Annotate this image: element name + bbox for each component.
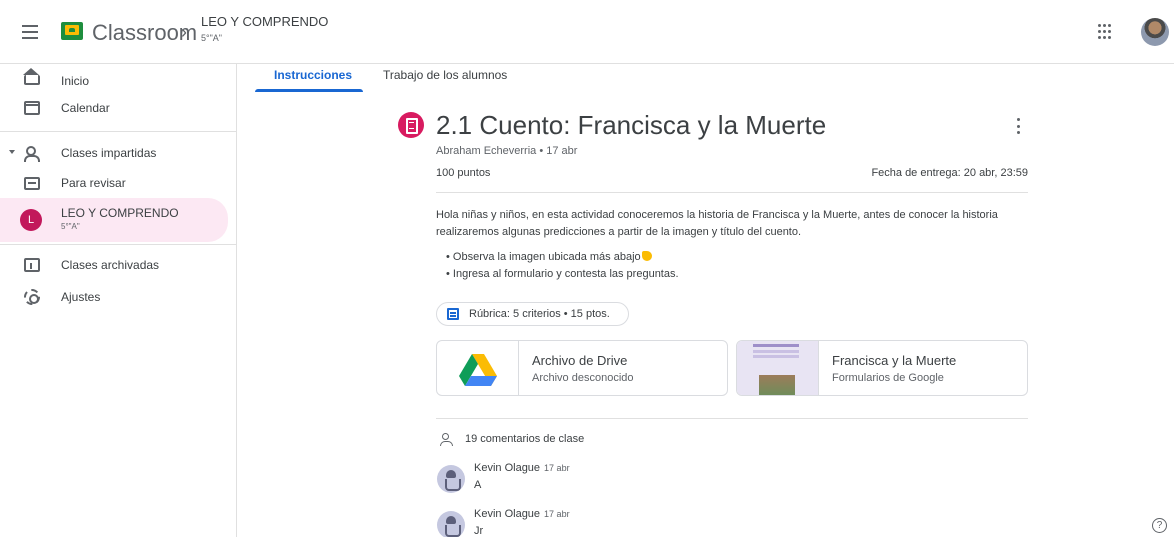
gear-icon	[24, 289, 40, 305]
sidebar: Inicio Calendar Clases impartidas Para r…	[0, 64, 237, 537]
content-divider	[436, 192, 1028, 193]
list-item-text: Ingresa al formulario y contesta las pre…	[452, 268, 679, 280]
list-item: Observa la imagen ubicada más abajo	[452, 249, 679, 266]
home-icon	[23, 68, 40, 85]
attachment-drive-file[interactable]: Archivo de Drive Archivo desconocido	[436, 340, 728, 396]
sidebar-item-calendar[interactable]: Calendar	[0, 91, 228, 125]
attachment-subtitle: Archivo desconocido	[532, 372, 634, 384]
more-options-icon[interactable]	[1015, 118, 1021, 134]
assignment-description: Hola niñas y niños, en esta actividad co…	[436, 209, 998, 238]
sidebar-item-label: Ajustes	[61, 290, 101, 304]
sidebar-divider	[0, 244, 237, 245]
rubric-label: Rúbrica: 5 criterios • 15 ptos.	[469, 308, 610, 320]
google-apps-icon[interactable]	[1098, 24, 1114, 40]
form-thumbnail-image	[737, 341, 819, 395]
avatar	[437, 511, 465, 537]
list-item: Ingresa al formulario y contesta las pre…	[452, 266, 679, 283]
top-app-bar: Classroom › LEO Y COMPRENDO 5°"A"	[0, 0, 1174, 64]
comment-author-line: Kevin Olague 17 abr	[474, 508, 570, 520]
sidebar-divider	[0, 131, 237, 132]
sidebar-item-label: Clases impartidas	[61, 146, 157, 160]
tab-instrucciones[interactable]: Instrucciones	[274, 68, 352, 82]
chevron-down-icon[interactable]	[9, 150, 15, 154]
help-icon[interactable]: ?	[1152, 518, 1167, 533]
comment-author-line: Kevin Olague 17 abr	[474, 462, 570, 474]
active-tab-indicator	[255, 89, 363, 92]
attachment-title: Archivo de Drive	[532, 353, 628, 368]
attachment-title: Francisca y la Muerte	[832, 353, 957, 368]
attachment-thumbnail	[437, 341, 519, 395]
comment-date: 17 abr	[544, 509, 570, 519]
sidebar-item-label: Clases archivadas	[61, 258, 160, 272]
assignment-meta: Abraham Echeverria • 17 abr	[436, 145, 578, 157]
sidebar-item-ajustes[interactable]: Ajustes	[0, 280, 228, 314]
sidebar-item-label: Calendar	[61, 101, 110, 115]
comment-item: Kevin Olague 17 abr Jr	[437, 508, 937, 537]
instruction-list: Observa la imagen ubicada más abajo Ingr…	[452, 249, 679, 283]
assignment-icon	[398, 112, 424, 138]
sidebar-item-clases-archivadas[interactable]: Clases archivadas	[0, 248, 228, 282]
sidebar-item-para-revisar[interactable]: Para revisar	[0, 166, 228, 200]
pointing-hand-icon	[641, 251, 652, 261]
sidebar-item-label: Inicio	[61, 74, 90, 88]
assignment-due-date: Fecha de entrega: 20 abr, 23:59	[871, 167, 1028, 179]
assignment-title: 2.1 Cuento: Francisca y la Muerte	[436, 110, 827, 140]
comment-author: Kevin Olague	[474, 508, 541, 520]
classroom-logo-icon[interactable]	[61, 22, 83, 40]
sidebar-item-label: Para revisar	[61, 176, 126, 190]
archive-icon	[24, 258, 40, 272]
attachment-google-form[interactable]: Francisca y la Muerte Formularios de Goo…	[736, 340, 1028, 396]
breadcrumb-separator: ›	[181, 22, 187, 42]
people-icon	[24, 145, 40, 162]
assignment-points: 100 puntos	[436, 167, 491, 179]
rubric-icon	[447, 308, 459, 320]
sidebar-item-label: LEO Y COMPRENDO	[61, 206, 179, 220]
account-avatar[interactable]	[1141, 18, 1169, 46]
comment-item: Kevin Olague 17 abr A	[437, 462, 937, 502]
sidebar-item-clases-impartidas[interactable]: Clases impartidas	[0, 136, 228, 170]
comment-date: 17 abr	[544, 463, 570, 473]
attachment-subtitle: Formularios de Google	[832, 372, 944, 384]
class-avatar: L	[20, 209, 42, 231]
comment-author: Kevin Olague	[474, 462, 541, 474]
comment-text: A	[474, 479, 482, 491]
content-divider	[436, 418, 1028, 419]
breadcrumb-class-name[interactable]: LEO Y COMPRENDO	[201, 14, 328, 29]
comment-text: Jr	[474, 525, 484, 537]
rubric-chip[interactable]: Rúbrica: 5 criterios • 15 ptos.	[436, 302, 629, 326]
sidebar-item-sublabel: 5°"A"	[61, 222, 80, 231]
sidebar-item-leo-y-comprendo[interactable]: L LEO Y COMPRENDO 5°"A"	[0, 198, 228, 242]
main-menu-button[interactable]	[18, 20, 42, 44]
inbox-icon	[24, 177, 40, 190]
class-comments-icon	[440, 433, 456, 447]
class-comments-header[interactable]: 19 comentarios de clase	[465, 433, 584, 445]
breadcrumb-class-section: 5°"A"	[201, 33, 222, 43]
avatar	[437, 465, 465, 493]
tab-trabajo-de-los-alumnos[interactable]: Trabajo de los alumnos	[383, 68, 507, 82]
list-item-text: Observa la imagen ubicada más abajo	[452, 251, 641, 263]
google-drive-icon	[459, 354, 497, 386]
calendar-icon	[24, 101, 40, 115]
tab-bar: Instrucciones Trabajo de los alumnos	[237, 64, 1174, 92]
